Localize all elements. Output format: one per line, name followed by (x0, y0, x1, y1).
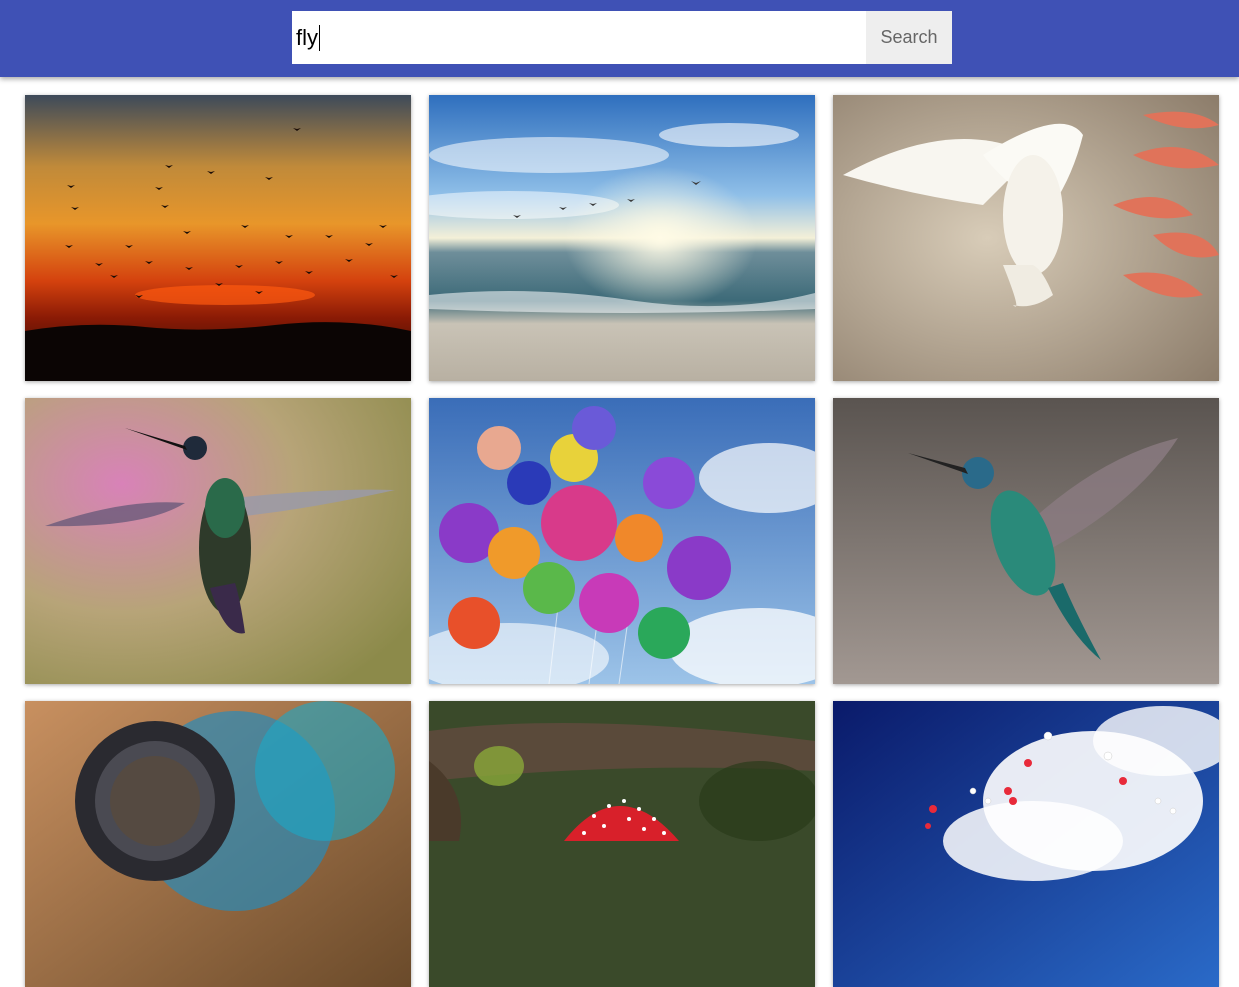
text-caret (319, 24, 320, 51)
hummingbird-pink-image[interactable] (25, 398, 411, 684)
header-bar: fly Search (0, 0, 1239, 77)
heart-balloons-sky-image[interactable] (833, 701, 1219, 987)
hummingbird-gray-image[interactable] (833, 398, 1219, 684)
image-results-grid (25, 95, 1219, 987)
beach-seagulls-image[interactable] (429, 95, 815, 381)
search-input-value: fly (296, 25, 318, 50)
search-button[interactable]: Search (866, 11, 952, 64)
fly-macro-image[interactable] (25, 701, 411, 987)
mushroom-image[interactable] (429, 701, 815, 987)
search-input[interactable]: fly (292, 11, 866, 64)
sunset-birds-image[interactable] (25, 95, 411, 381)
white-dove-image[interactable] (833, 95, 1219, 381)
search-bar: fly Search (292, 11, 952, 64)
balloons-image[interactable] (429, 398, 815, 684)
